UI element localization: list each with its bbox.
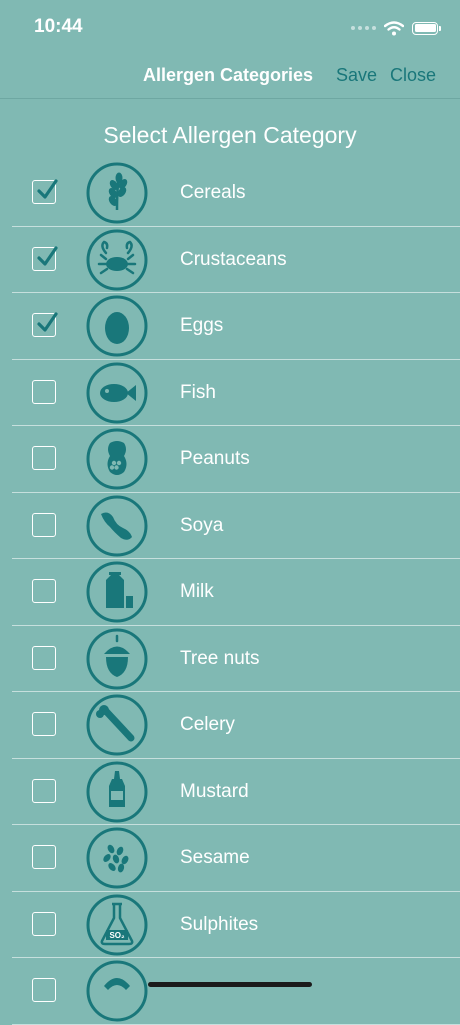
allergen-checkbox[interactable]	[32, 911, 56, 936]
allergen-row[interactable]: Sesame	[0, 825, 460, 892]
soybean-icon	[86, 495, 148, 556]
home-indicator	[148, 982, 312, 987]
lupin-icon	[86, 960, 148, 1022]
status-bar: 10:44	[0, 0, 460, 54]
mustard-icon	[86, 761, 148, 822]
status-time: 10:44	[34, 16, 83, 37]
checkmark-icon	[37, 245, 58, 266]
checkmark-icon	[37, 179, 58, 199]
wifi-icon	[384, 20, 404, 35]
close-button[interactable]: Close	[390, 65, 436, 86]
allergen-label: Celery	[180, 714, 235, 735]
row-divider	[12, 1023, 460, 1025]
allergen-row[interactable]: Milk	[0, 559, 460, 626]
allergen-checkbox[interactable]	[32, 379, 56, 404]
allergen-row[interactable]: Peanuts	[0, 426, 460, 493]
nav-title: Allergen Categories	[143, 65, 314, 85]
allergen-label: Soya	[180, 514, 224, 536]
peanut-icon	[86, 428, 148, 490]
allergen-row[interactable]: Mustard	[0, 759, 460, 825]
allergen-label: Fish	[180, 381, 216, 403]
allergen-row[interactable]: Soya	[0, 493, 460, 559]
allergen-checkbox[interactable]	[32, 446, 56, 470]
allergen-row[interactable]: Cereals	[0, 160, 460, 227]
allergen-checkbox[interactable]	[32, 845, 56, 869]
allergen-checkbox[interactable]	[32, 712, 56, 736]
allergen-checkbox[interactable]	[32, 179, 58, 204]
battery-icon	[412, 21, 441, 35]
egg-icon	[86, 295, 148, 357]
allergen-row[interactable]: SO₂ Sulphites	[0, 892, 460, 958]
wheat-icon	[86, 162, 148, 224]
allergen-checkbox[interactable]	[32, 512, 56, 537]
section-title: Select Allergen Category	[103, 122, 357, 148]
allergen-label: Tree nuts	[180, 647, 260, 669]
allergen-label: Sulphites	[180, 913, 259, 935]
allergen-label: Cereals	[180, 182, 246, 203]
allergen-checkbox[interactable]	[32, 312, 58, 337]
allergen-checkbox[interactable]	[32, 579, 56, 603]
navigation-bar: Allergen Categories Save Close	[0, 54, 460, 99]
allergen-label: Mustard	[180, 780, 249, 802]
allergen-row[interactable]: Eggs	[0, 293, 460, 360]
allergen-label: Eggs	[180, 315, 224, 336]
allergen-label: Milk	[180, 581, 214, 602]
save-button[interactable]: Save	[336, 65, 377, 86]
milk-icon	[86, 561, 148, 623]
allergen-checkbox[interactable]	[32, 645, 56, 670]
sesame-icon	[86, 827, 148, 889]
allergen-row[interactable]: Crustaceans	[0, 227, 460, 293]
allergen-row[interactable]: Celery	[0, 692, 460, 759]
signal-icon	[351, 26, 376, 30]
sulphites-icon-label: SO₂	[109, 931, 125, 940]
sulphites-icon: SO₂	[86, 894, 148, 955]
allergen-row[interactable]: Tree nuts	[0, 626, 460, 692]
allergen-row[interactable]	[0, 958, 460, 1025]
status-icons	[351, 18, 441, 38]
allergen-checkbox[interactable]	[32, 778, 56, 803]
allergen-row[interactable]: Fish	[0, 360, 460, 426]
crab-icon	[86, 229, 148, 290]
allergen-label: Peanuts	[180, 448, 250, 469]
allergen-label: Crustaceans	[180, 248, 287, 270]
tree-nut-icon	[86, 628, 148, 689]
allergen-checkbox[interactable]	[32, 978, 56, 1002]
allergen-list: Cereals Crustaceans Eggs Fish Peanuts So…	[0, 160, 460, 1025]
allergen-checkbox[interactable]	[32, 245, 58, 271]
checkmark-icon	[37, 312, 58, 332]
fish-icon	[86, 362, 148, 423]
celery-icon	[86, 694, 148, 756]
allergen-label: Sesame	[180, 847, 250, 868]
